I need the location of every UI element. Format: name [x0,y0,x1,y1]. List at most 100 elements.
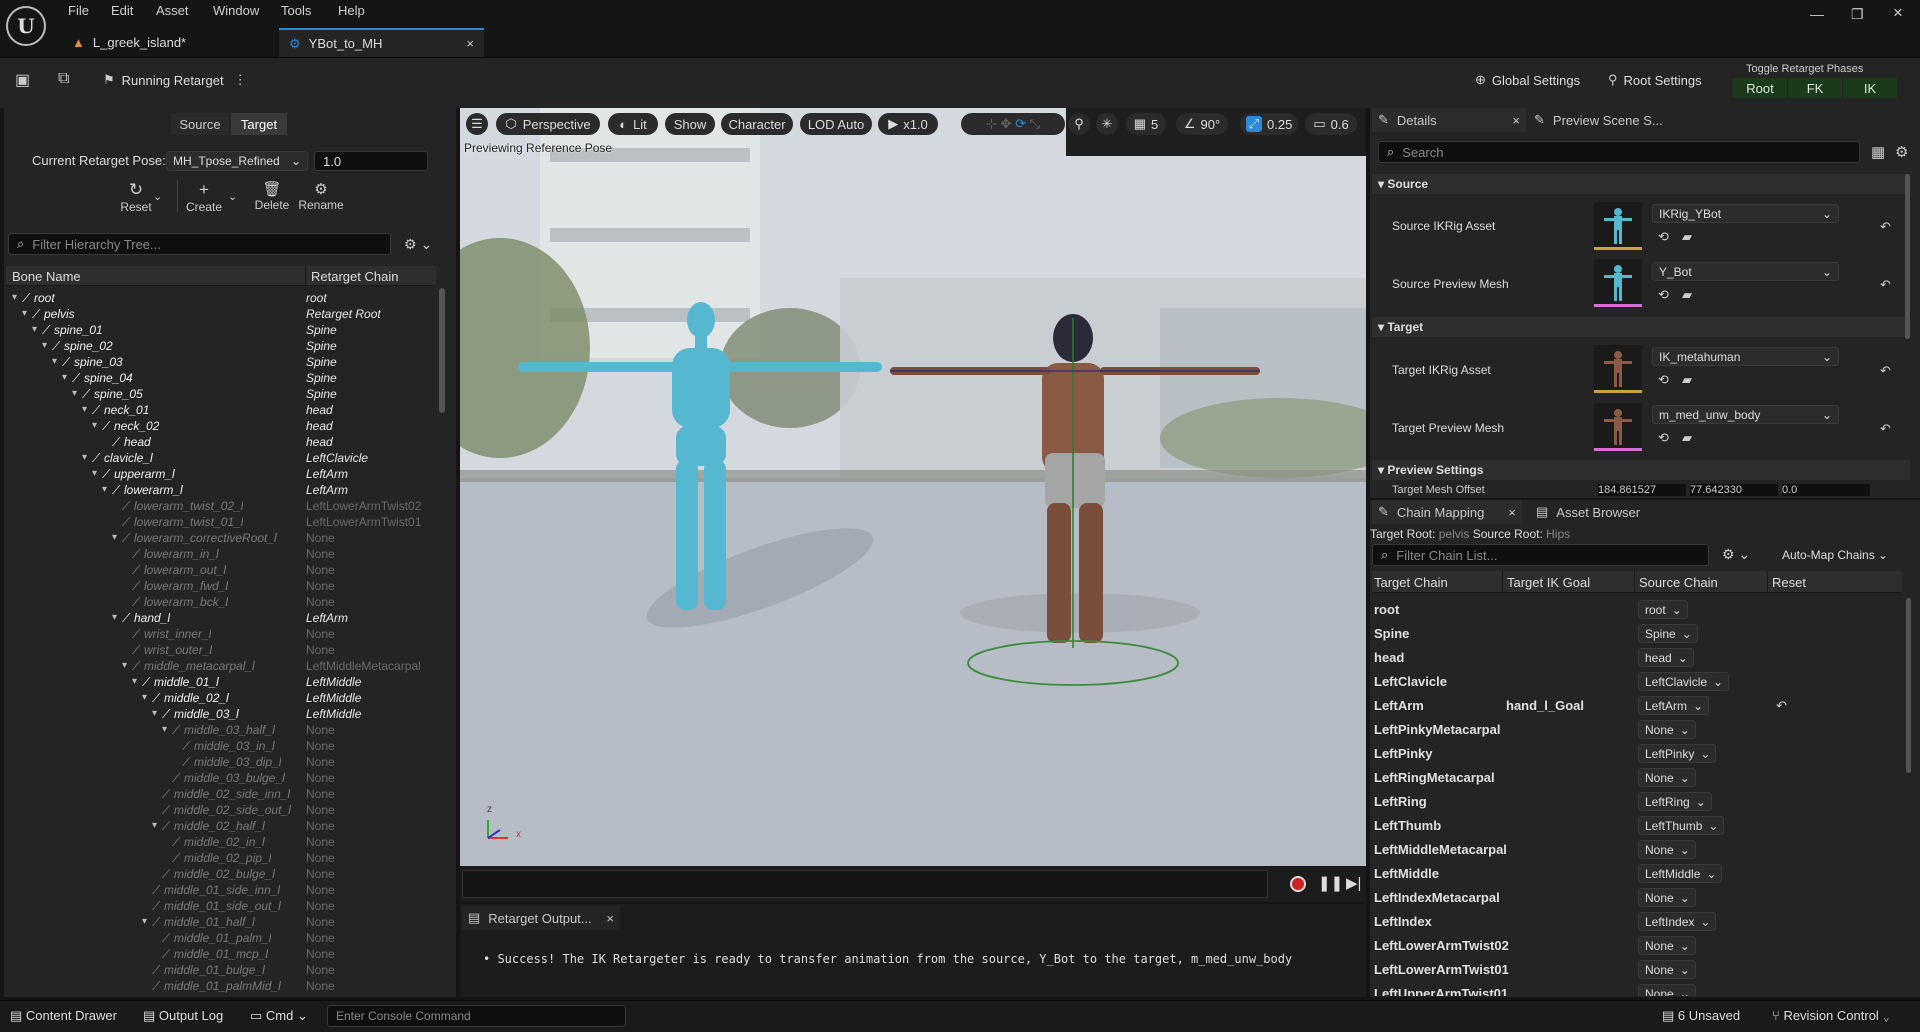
retarget-pose-dropdown[interactable]: MH_Tpose_Refined ⌄ [166,151,308,171]
tab-details[interactable]: ✎ Details × [1372,108,1526,132]
bone-row[interactable]: ▾ ⟋ neck_02 head [6,418,438,434]
chain-row[interactable]: LeftThumb LeftThumb ⌄ [1372,814,1902,838]
transform-tools[interactable]: ⊹ ✥ ⟳ ⤡ [961,113,1065,135]
cmd-dropdown[interactable]: ▭ Cmd ⌄ [250,1008,308,1024]
chain-row[interactable]: LeftUpperArmTwist01 None ⌄ [1372,982,1902,996]
close-icon[interactable]: × [1508,505,1516,520]
bone-row[interactable]: ⟋ middle_02_in_l None [6,834,438,850]
source-chain-dropdown[interactable]: LeftThumb ⌄ [1638,816,1725,835]
browse-folder-icon[interactable]: ▰ [1682,287,1692,303]
bone-row[interactable]: ⟋ middle_01_bulge_l None [6,962,438,978]
details-scrollbar[interactable] [1905,174,1910,339]
table-view-icon[interactable]: ▦ [1871,143,1885,161]
browse-asset-icon[interactable]: ⧉ [58,70,80,90]
perspective-button[interactable]: ⬡ Perspective [496,113,600,135]
bone-row[interactable]: ▾ ⟋ spine_05 Spine [6,386,438,402]
more-options-icon[interactable]: ⋮ [234,72,247,88]
expand-arrow-icon[interactable]: ▾ [162,722,167,738]
chain-row[interactable]: Spine Spine ⌄ [1372,622,1902,646]
bone-row[interactable]: ⟋ middle_01_side_inn_l None [6,882,438,898]
create-options-chevron-icon[interactable]: ⌄ [228,190,237,203]
use-selected-icon[interactable]: ⟲ [1658,229,1669,245]
chain-row[interactable]: LeftPinkyMetacarpal None ⌄ [1372,718,1902,742]
chain-row[interactable]: LeftIndexMetacarpal None ⌄ [1372,886,1902,910]
bone-row[interactable]: ▾ ⟋ middle_03_half_l None [6,722,438,738]
viewport[interactable] [460,108,1366,866]
use-selected-icon[interactable]: ⟲ [1658,372,1669,388]
reset-to-default-icon[interactable]: ↶ [1880,363,1891,379]
use-selected-icon[interactable]: ⟲ [1658,430,1669,446]
expand-arrow-icon[interactable]: ▾ [122,658,127,674]
bone-row[interactable]: ⟋ middle_01_side_out_l None [6,898,438,914]
source-mesh-dropdown[interactable]: Y_Bot ⌄ [1652,262,1839,281]
console-command-input[interactable]: Enter Console Command [327,1005,626,1027]
bone-row[interactable]: ⟋ lowerarm_twist_01_l LeftLowerArmTwist01 [6,514,438,530]
step-forward-icon[interactable]: ▶| [1346,874,1361,892]
col-target-chain[interactable]: Target Chain [1374,575,1448,590]
playback-speed-button[interactable]: ▶ x1.0 [878,113,938,135]
bone-row[interactable]: ▾ ⟋ middle_metacarpal_l LeftMiddleMetacarpa… [6,658,438,674]
camera-speed-button[interactable]: ▭ 0.6 [1305,113,1357,135]
bone-row[interactable]: ⟋ head head [6,434,438,450]
rotate-icon[interactable]: ⟳ [1015,116,1026,132]
show-button[interactable]: Show [665,113,715,135]
reset-to-default-icon[interactable]: ↶ [1880,277,1891,293]
bone-row[interactable]: ⟋ middle_02_side_out_l None [6,802,438,818]
chain-row[interactable]: LeftClavicle LeftClavicle ⌄ [1372,670,1902,694]
expand-arrow-icon[interactable]: ▾ [152,818,157,834]
auto-map-chains-button[interactable]: Auto-Map Chains ⌄ [1782,548,1888,562]
chain-row[interactable]: LeftMiddleMetacarpal None ⌄ [1372,838,1902,862]
camera-icon[interactable]: ⚲ [1068,113,1090,135]
timeline-scrubber[interactable] [462,870,1268,898]
expand-arrow-icon[interactable]: ▾ [92,418,97,434]
expand-arrow-icon[interactable]: ▾ [102,482,107,498]
hierarchy-filter-input[interactable]: ⌕ Filter Hierarchy Tree... [8,233,391,255]
expand-arrow-icon[interactable]: ▾ [92,466,97,482]
gear-icon[interactable]: ⚙ ⌄ [404,236,432,253]
chain-row[interactable]: LeftIndex LeftIndex ⌄ [1372,910,1902,934]
source-ikrig-dropdown[interactable]: IKRig_YBot ⌄ [1652,204,1839,223]
chain-row[interactable]: root root ⌄ [1372,598,1902,622]
col-reset[interactable]: Reset [1772,575,1806,590]
lit-button[interactable]: ◐ Lit [608,113,658,135]
target-mesh-thumbnail[interactable] [1594,403,1642,451]
browse-folder-icon[interactable]: ▰ [1682,430,1692,446]
bone-row[interactable]: ▾ ⟋ middle_02_l LeftMiddle [6,690,438,706]
phase-fk-toggle[interactable]: FK [1788,78,1842,98]
column-divider[interactable] [1502,571,1503,593]
source-chain-dropdown[interactable]: None ⌄ [1638,768,1696,787]
bone-row[interactable]: ⟋ middle_01_mcp_l None [6,946,438,962]
reset-chain-icon[interactable]: ↶ [1776,698,1787,714]
bone-row[interactable]: ▾ ⟋ root root [6,290,438,306]
source-chain-dropdown[interactable]: LeftIndex ⌄ [1638,912,1717,931]
chain-row[interactable]: LeftRingMetacarpal None ⌄ [1372,766,1902,790]
bone-row[interactable]: ▾ ⟋ lowerarm_l LeftArm [6,482,438,498]
pause-icon[interactable]: ❚❚ [1318,874,1343,892]
bone-row[interactable]: ⟋ middle_01_palm_l None [6,930,438,946]
scale-icon[interactable]: ⤡ [1030,116,1040,132]
restore-icon[interactable]: ❐ [1851,6,1864,23]
source-chain-dropdown[interactable]: None ⌄ [1638,888,1696,907]
expand-arrow-icon[interactable]: ▾ [72,386,77,402]
expand-arrow-icon[interactable]: ▾ [142,914,147,930]
bone-row[interactable]: ▾ ⟋ spine_03 Spine [6,354,438,370]
column-divider[interactable] [1634,571,1635,593]
bone-row[interactable]: ▾ ⟋ middle_03_l LeftMiddle [6,706,438,722]
source-chain-dropdown[interactable]: root ⌄ [1638,600,1688,619]
chain-row[interactable]: LeftMiddle LeftMiddle ⌄ [1372,862,1902,886]
source-chain-dropdown[interactable]: LeftPinky ⌄ [1638,744,1717,763]
expand-arrow-icon[interactable]: ▾ [82,402,87,418]
column-divider[interactable] [1767,571,1768,593]
running-retarget-button[interactable]: ⚑ Running Retarget ⋮ [103,72,247,88]
source-chain-dropdown[interactable]: None ⌄ [1638,984,1696,996]
target-ikrig-dropdown[interactable]: IK_metahuman ⌄ [1652,347,1839,366]
tab-retarget-output[interactable]: ▤ Retarget Output... × [462,906,620,930]
section-source[interactable] [1372,174,1910,194]
source-chain-dropdown[interactable]: None ⌄ [1638,840,1696,859]
chain-row[interactable]: LeftArm hand_l_Goal LeftArm ⌄ ↶ [1372,694,1902,718]
expand-arrow-icon[interactable]: ▾ [132,674,137,690]
bone-row[interactable]: ⟋ lowerarm_bck_l None [6,594,438,610]
source-chain-dropdown[interactable]: LeftArm ⌄ [1638,696,1710,715]
offset-y-field[interactable]: 77.642330 [1690,484,1778,496]
offset-x-field[interactable]: 184.861527 [1598,484,1686,496]
